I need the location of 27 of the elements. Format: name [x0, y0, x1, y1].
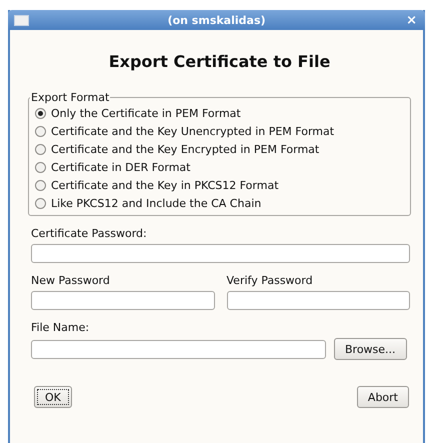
radio-label: Certificate and the Key Encrypted in PEM Format: [51, 142, 320, 156]
radio-button[interactable]: [35, 198, 46, 208]
radio-button[interactable]: [35, 162, 46, 172]
field-label: Verify Password: [226, 274, 314, 287]
abort-button[interactable]: Abort: [356, 386, 409, 408]
window-icon[interactable]: [14, 14, 29, 26]
radio-button[interactable]: [35, 180, 46, 190]
certificate-password-field[interactable]: [31, 244, 410, 263]
field-label: File Name:: [31, 321, 90, 334]
radio-label: Certificate and the Key in PKCS12 Format: [51, 178, 279, 192]
field-label: Certificate Password:: [31, 227, 148, 240]
dialog-heading: Export Certificate to File: [108, 52, 332, 71]
window-title: (on smskalidas): [166, 14, 267, 26]
group-legend: Export Format: [30, 91, 110, 104]
verify-password-field[interactable]: [226, 291, 410, 310]
radio-button[interactable]: [35, 108, 46, 118]
browse-button[interactable]: Browse...: [334, 338, 407, 360]
radio-button[interactable]: [35, 144, 46, 154]
radio-label: Only the Certificate in PEM Format: [51, 106, 241, 120]
radio-label: Certificate and the Key Unencrypted in PEM Format: [51, 124, 334, 138]
radio-label: Like PKCS12 and Include the CA Chain: [51, 196, 262, 210]
radio-button[interactable]: [35, 126, 46, 136]
field-label: New Password: [31, 274, 111, 287]
new-password-field[interactable]: [31, 291, 214, 310]
radio-label: Certificate in DER Format: [51, 160, 190, 174]
ok-button[interactable]: OK: [34, 386, 72, 408]
file-name-field[interactable]: [31, 340, 326, 358]
